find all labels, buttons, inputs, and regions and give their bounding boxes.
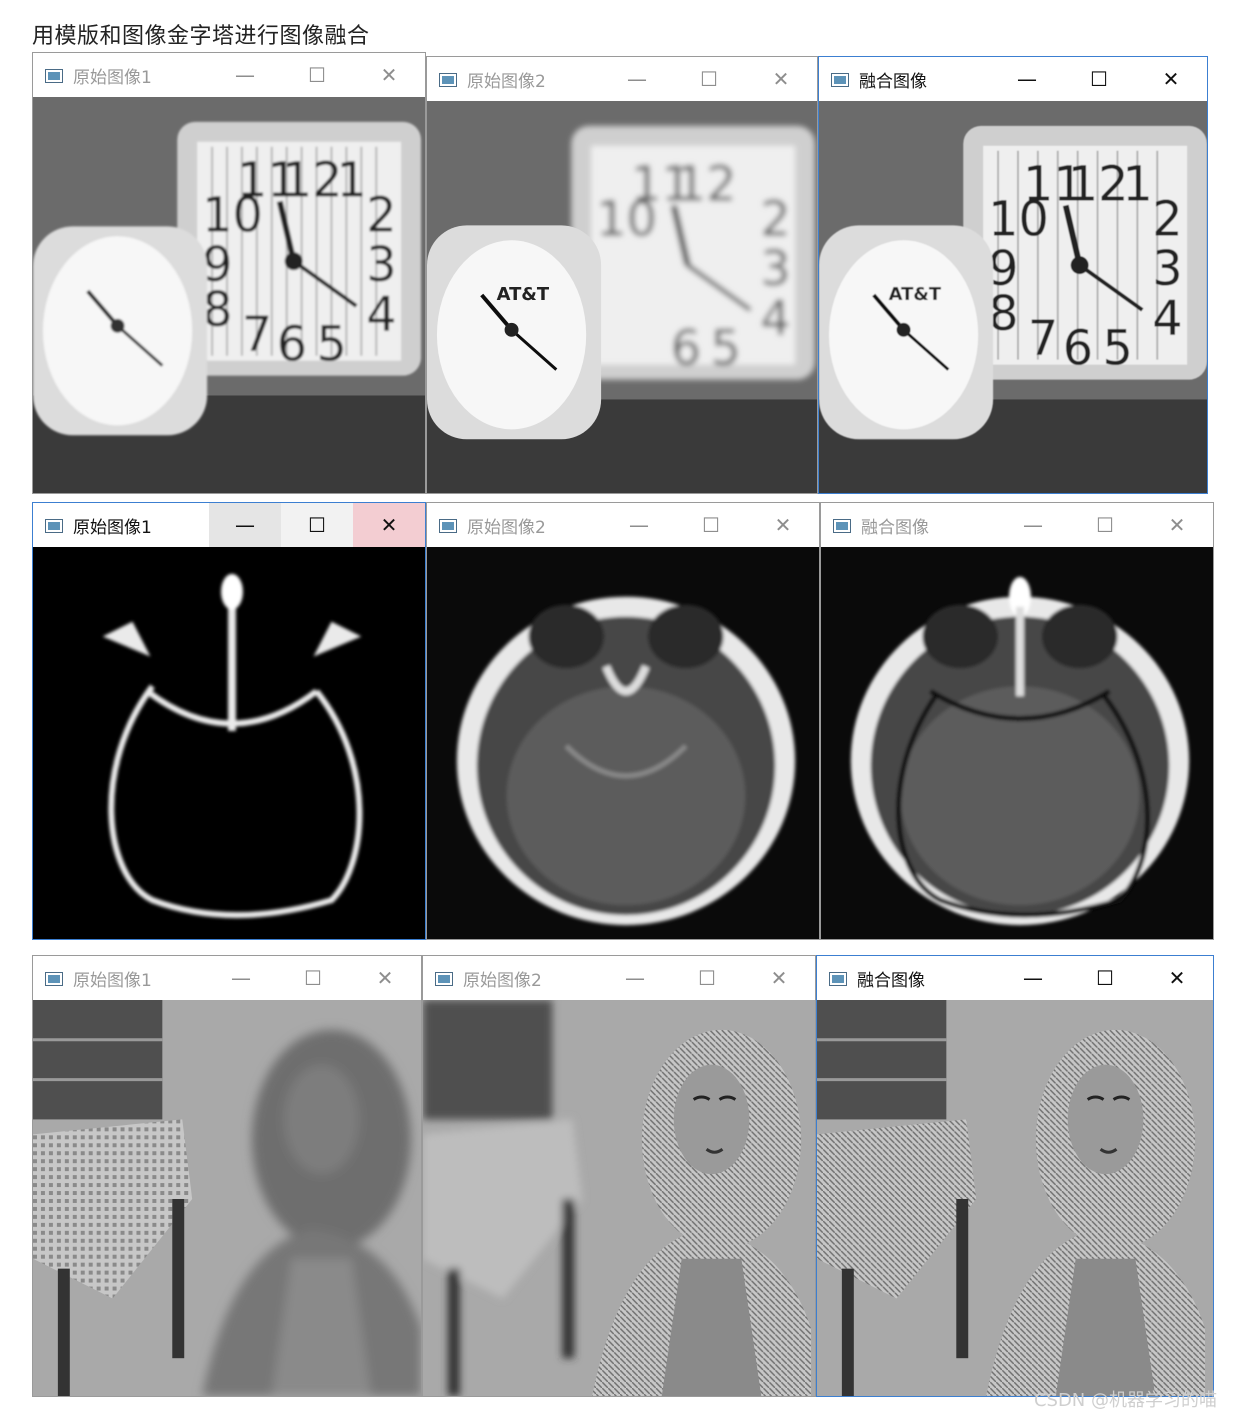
image-portrait-fused — [817, 1000, 1213, 1396]
svg-text:AT&T: AT&T — [497, 284, 550, 305]
watermark: CSDN @机器学习的喵 — [1033, 1390, 1217, 1411]
maximize-icon[interactable]: ☐ — [1069, 956, 1141, 1000]
title-bar[interactable]: 原始图像2 — ☐ ✕ — [423, 956, 815, 1000]
svg-text:12: 12 — [1068, 157, 1129, 212]
window-title: 原始图像1 — [73, 67, 152, 88]
image-portrait-original-2 — [423, 1000, 815, 1396]
svg-text:5: 5 — [317, 318, 347, 373]
app-window-icon — [439, 518, 457, 533]
svg-text:12: 12 — [282, 153, 343, 208]
app-window-icon — [833, 518, 851, 533]
svg-text:1: 1 — [336, 153, 366, 208]
minimize-icon[interactable]: — — [209, 53, 281, 97]
minimize-icon[interactable]: — — [997, 503, 1069, 547]
close-icon[interactable]: ✕ — [349, 956, 421, 1000]
title-bar[interactable]: 原始图像1 — ☐ ✕ — [33, 503, 425, 547]
svg-text:5: 5 — [1103, 322, 1133, 377]
window-original-1-clocks[interactable]: 原始图像1 — ☐ ✕ 10 11 12 1 2 3 4 5 6 7 8 9 — [32, 52, 426, 494]
svg-text:7: 7 — [242, 308, 272, 363]
image-brain-fused — [821, 547, 1213, 939]
title-bar[interactable]: 原始图像1 — ☐ ✕ — [33, 956, 421, 1000]
minimize-icon[interactable]: — — [205, 956, 277, 1000]
svg-text:5: 5 — [711, 322, 741, 377]
window-title: 融合图像 — [857, 970, 925, 991]
svg-text:6: 6 — [277, 318, 307, 373]
svg-text:6: 6 — [671, 322, 701, 377]
svg-text:AT&T: AT&T — [889, 284, 942, 305]
maximize-icon[interactable]: ☐ — [671, 956, 743, 1000]
window-fused-portrait[interactable]: 融合图像 — ☐ ✕ — [816, 955, 1214, 1397]
window-original-2-clocks[interactable]: 原始图像2 — ☐ ✕ 10 11 12 2 3 4 5 6 AT&T — [426, 56, 818, 494]
minimize-icon[interactable]: — — [601, 57, 673, 101]
svg-text:3: 3 — [760, 242, 790, 297]
title-bar[interactable]: 融合图像 — ☐ ✕ — [819, 57, 1207, 101]
window-original-2-portrait[interactable]: 原始图像2 — ☐ ✕ — [422, 955, 816, 1397]
close-icon[interactable]: ✕ — [743, 956, 815, 1000]
window-title: 原始图像1 — [73, 517, 152, 538]
image-clock-fused: 10 11 12 1 2 3 4 5 6 7 8 9 AT&T — [819, 101, 1207, 493]
svg-text:1: 1 — [1122, 157, 1152, 212]
window-fused-brain[interactable]: 融合图像 — ☐ ✕ — [820, 502, 1214, 940]
maximize-icon[interactable]: ☐ — [1069, 503, 1141, 547]
app-window-icon — [439, 72, 457, 87]
title-bar[interactable]: 原始图像2 — ☐ ✕ — [427, 503, 819, 547]
image-clock-original-2: 10 11 12 2 3 4 5 6 AT&T — [427, 101, 817, 493]
svg-text:4: 4 — [366, 288, 396, 343]
maximize-icon[interactable]: ☐ — [673, 57, 745, 101]
app-window-icon — [435, 971, 453, 986]
window-original-1-skull[interactable]: 原始图像1 — ☐ ✕ — [32, 502, 426, 940]
minimize-icon[interactable]: — — [599, 956, 671, 1000]
maximize-icon[interactable]: ☐ — [281, 503, 353, 547]
svg-text:2: 2 — [1152, 192, 1182, 247]
image-brain-mri — [427, 547, 819, 939]
maximize-icon[interactable]: ☐ — [675, 503, 747, 547]
maximize-icon[interactable]: ☐ — [277, 956, 349, 1000]
svg-text:4: 4 — [760, 292, 790, 347]
app-window-icon — [45, 971, 63, 986]
svg-text:3: 3 — [1152, 242, 1182, 297]
window-title: 原始图像2 — [467, 71, 546, 92]
app-window-icon — [45, 68, 63, 83]
title-bar[interactable]: 原始图像2 — ☐ ✕ — [427, 57, 817, 101]
close-icon[interactable]: ✕ — [745, 57, 817, 101]
minimize-icon[interactable]: — — [209, 503, 281, 547]
window-title: 原始图像2 — [463, 970, 542, 991]
window-original-1-portrait[interactable]: 原始图像1 — ☐ ✕ — [32, 955, 422, 1397]
window-fused-clocks[interactable]: 融合图像 — ☐ ✕ 10 11 12 1 2 3 4 5 6 7 8 9 AT… — [818, 56, 1208, 494]
image-skull-ct — [33, 547, 425, 939]
svg-text:4: 4 — [1152, 292, 1182, 347]
close-icon[interactable]: ✕ — [353, 503, 425, 547]
window-title: 融合图像 — [859, 71, 927, 92]
maximize-icon[interactable]: ☐ — [1063, 57, 1135, 101]
svg-text:3: 3 — [366, 238, 396, 293]
window-title: 原始图像2 — [467, 517, 546, 538]
close-icon[interactable]: ✕ — [1141, 956, 1213, 1000]
title-bar[interactable]: 融合图像 — ☐ ✕ — [817, 956, 1213, 1000]
window-original-2-brain[interactable]: 原始图像2 — ☐ ✕ — [426, 502, 820, 940]
minimize-icon[interactable]: — — [603, 503, 675, 547]
close-icon[interactable]: ✕ — [353, 53, 425, 97]
minimize-icon[interactable]: — — [991, 57, 1063, 101]
svg-text:2: 2 — [760, 192, 790, 247]
page-heading: 用模版和图像金字塔进行图像融合 — [32, 24, 370, 49]
window-title: 原始图像1 — [73, 970, 152, 991]
app-window-icon — [829, 971, 847, 986]
title-bar[interactable]: 原始图像1 — ☐ ✕ — [33, 53, 425, 97]
svg-text:7: 7 — [1028, 312, 1058, 367]
svg-text:12: 12 — [676, 157, 737, 212]
svg-text:2: 2 — [366, 188, 396, 243]
image-clock-original-1: 10 11 12 1 2 3 4 5 6 7 8 9 — [33, 97, 425, 493]
maximize-icon[interactable]: ☐ — [281, 53, 353, 97]
close-icon[interactable]: ✕ — [747, 503, 819, 547]
close-icon[interactable]: ✕ — [1141, 503, 1213, 547]
close-icon[interactable]: ✕ — [1135, 57, 1207, 101]
image-portrait-original-1 — [33, 1000, 421, 1396]
minimize-icon[interactable]: — — [997, 956, 1069, 1000]
window-title: 融合图像 — [861, 517, 929, 538]
app-window-icon — [45, 518, 63, 533]
svg-text:6: 6 — [1063, 322, 1093, 377]
app-window-icon — [831, 72, 849, 87]
title-bar[interactable]: 融合图像 — ☐ ✕ — [821, 503, 1213, 547]
